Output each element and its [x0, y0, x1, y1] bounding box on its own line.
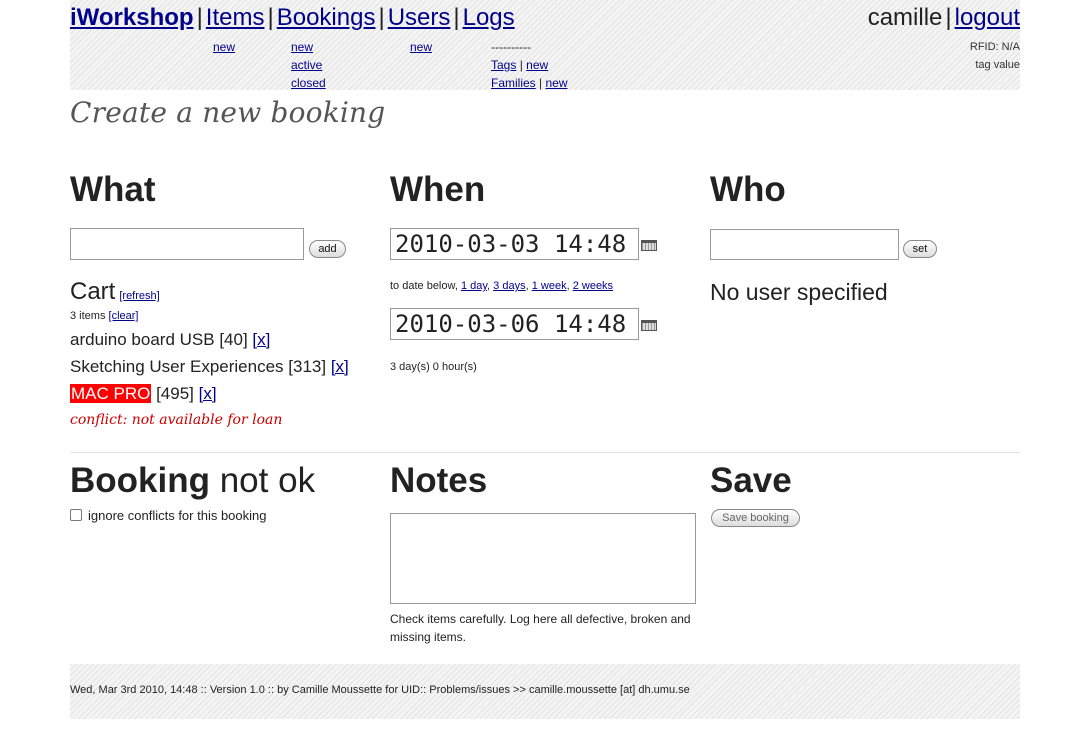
- header-bar: iWorkshop | Items | Bookings | Users | Logs new …: [70, 0, 1020, 90]
- ignore-conflicts-checkbox[interactable]: [70, 509, 82, 521]
- users-submenu: new: [410, 38, 432, 56]
- remove-item-link[interactable]: [x]: [252, 330, 270, 349]
- quick-separator: ,: [525, 280, 529, 292]
- submenu-separator: |: [539, 76, 543, 90]
- save-heading: Save: [710, 461, 792, 500]
- brand-link[interactable]: iWorkshop: [70, 4, 194, 31]
- cart-item-id: [40]: [219, 330, 248, 349]
- ignore-conflicts-row: ignore conflicts for this booking: [70, 508, 266, 524]
- when-heading: When: [390, 170, 486, 209]
- section-divider: [70, 452, 1020, 453]
- nav-logs[interactable]: Logs: [463, 4, 515, 31]
- cart-item-conflict: MAC PRO [495] [x]: [70, 383, 217, 405]
- from-date-field[interactable]: 2010-03-03 14:48: [390, 228, 639, 260]
- cart-item-name-highlighted: MAC PRO: [70, 384, 152, 403]
- quick-range-prefix: to date below,: [390, 280, 458, 292]
- to-date-field[interactable]: 2010-03-06 14:48: [390, 308, 639, 340]
- item-search-input[interactable]: [70, 228, 304, 260]
- cart-clear-link[interactable]: [clear]: [109, 310, 139, 322]
- cart-item-id: [495]: [156, 384, 194, 403]
- tags-new-link[interactable]: new: [526, 58, 548, 72]
- items-new-link[interactable]: new: [213, 40, 235, 54]
- what-heading: What: [70, 170, 156, 209]
- nav-bookings[interactable]: Bookings: [277, 4, 376, 31]
- cart-title: Cart: [70, 278, 116, 305]
- cart-item-name: Sketching User Experiences: [70, 357, 284, 376]
- notes-heading: Notes: [390, 461, 488, 500]
- nav-items[interactable]: Items: [206, 4, 265, 31]
- quick-2-weeks[interactable]: 2 weeks: [573, 280, 613, 292]
- rfid-status: RFID: N/A: [969, 41, 1020, 53]
- footer-text: Wed, Mar 3rd 2010, 14:48 :: Version 1.0 …: [70, 684, 690, 696]
- nav-users[interactable]: Users: [388, 4, 451, 31]
- families-link[interactable]: Families: [491, 76, 536, 90]
- calendar-icon[interactable]: [641, 240, 657, 251]
- quick-3-days[interactable]: 3 days: [493, 280, 525, 292]
- bookings-closed-link[interactable]: closed: [291, 76, 326, 90]
- cart-item-id: [313]: [288, 357, 327, 376]
- add-item-button[interactable]: add: [309, 240, 346, 258]
- nav-separator: |: [453, 4, 460, 31]
- ignore-conflicts-label: ignore conflicts for this booking: [88, 508, 267, 523]
- bookings-new-link[interactable]: new: [291, 40, 313, 54]
- quick-separator: ,: [487, 280, 491, 292]
- notes-help-text: Check items carefully. Log here all defe…: [390, 612, 691, 644]
- set-user-button[interactable]: set: [903, 240, 937, 258]
- notes-textarea[interactable]: [390, 513, 696, 604]
- conflict-message: conflict: not available for loan: [70, 412, 283, 428]
- logout-link[interactable]: logout: [955, 4, 1020, 31]
- cart-count-row: 3 items [clear]: [70, 310, 139, 322]
- no-user-message: No user specified: [710, 279, 888, 305]
- logs-divider: ----------: [491, 40, 531, 54]
- who-heading: Who: [710, 170, 786, 209]
- save-booking-button[interactable]: Save booking: [711, 509, 800, 527]
- cart-header: Cart [refresh]: [70, 278, 160, 310]
- nav-separator: |: [267, 4, 274, 31]
- rfid-info: RFID: N/A tag value: [970, 38, 1020, 74]
- items-submenu: new: [213, 38, 235, 56]
- submenu-separator: |: [519, 58, 523, 72]
- booking-status-heading: Booking not ok: [70, 461, 315, 501]
- cart-item: arduino board USB [40] [x]: [70, 329, 270, 351]
- remove-item-link[interactable]: [x]: [331, 357, 349, 376]
- quick-1-week[interactable]: 1 week: [532, 280, 567, 292]
- logs-submenu: ---------- Tags | new Families | new: [491, 38, 568, 92]
- families-new-link[interactable]: new: [545, 76, 567, 90]
- booking-status-light: not ok: [219, 461, 316, 500]
- duration-text: 3 day(s) 0 hour(s): [390, 361, 477, 373]
- quick-separator: ,: [566, 280, 570, 292]
- tags-link[interactable]: Tags: [491, 58, 516, 72]
- cart-item-name: arduino board USB: [70, 330, 215, 349]
- tag-value: tag value: [975, 59, 1020, 71]
- bookings-active-link[interactable]: active: [291, 58, 322, 72]
- quick-1-day[interactable]: 1 day: [461, 280, 487, 292]
- cart-item: Sketching User Experiences [313] [x]: [70, 356, 349, 378]
- footer: Wed, Mar 3rd 2010, 14:48 :: Version 1.0 …: [70, 664, 1020, 719]
- main-nav: iWorkshop | Items | Bookings | Users | Logs: [70, 4, 515, 32]
- booking-status-bold: Booking: [70, 461, 210, 500]
- nav-separator: |: [378, 4, 385, 31]
- nav-separator: |: [196, 4, 203, 31]
- page-title: Create a new booking: [70, 96, 386, 129]
- user-separator: |: [945, 4, 952, 31]
- user-info: camille | logout: [868, 4, 1020, 32]
- remove-item-link[interactable]: [x]: [199, 384, 217, 403]
- quick-range-links: to date below, 1 day, 3 days, 1 week, 2 …: [390, 280, 613, 292]
- user-input[interactable]: [710, 229, 899, 260]
- users-new-link[interactable]: new: [410, 40, 432, 54]
- cart-item-count: 3 items: [70, 310, 106, 322]
- calendar-icon[interactable]: [641, 320, 657, 331]
- cart-refresh-link[interactable]: [refresh]: [119, 290, 159, 302]
- bookings-submenu: new active closed: [291, 38, 326, 92]
- username: camille: [867, 4, 943, 31]
